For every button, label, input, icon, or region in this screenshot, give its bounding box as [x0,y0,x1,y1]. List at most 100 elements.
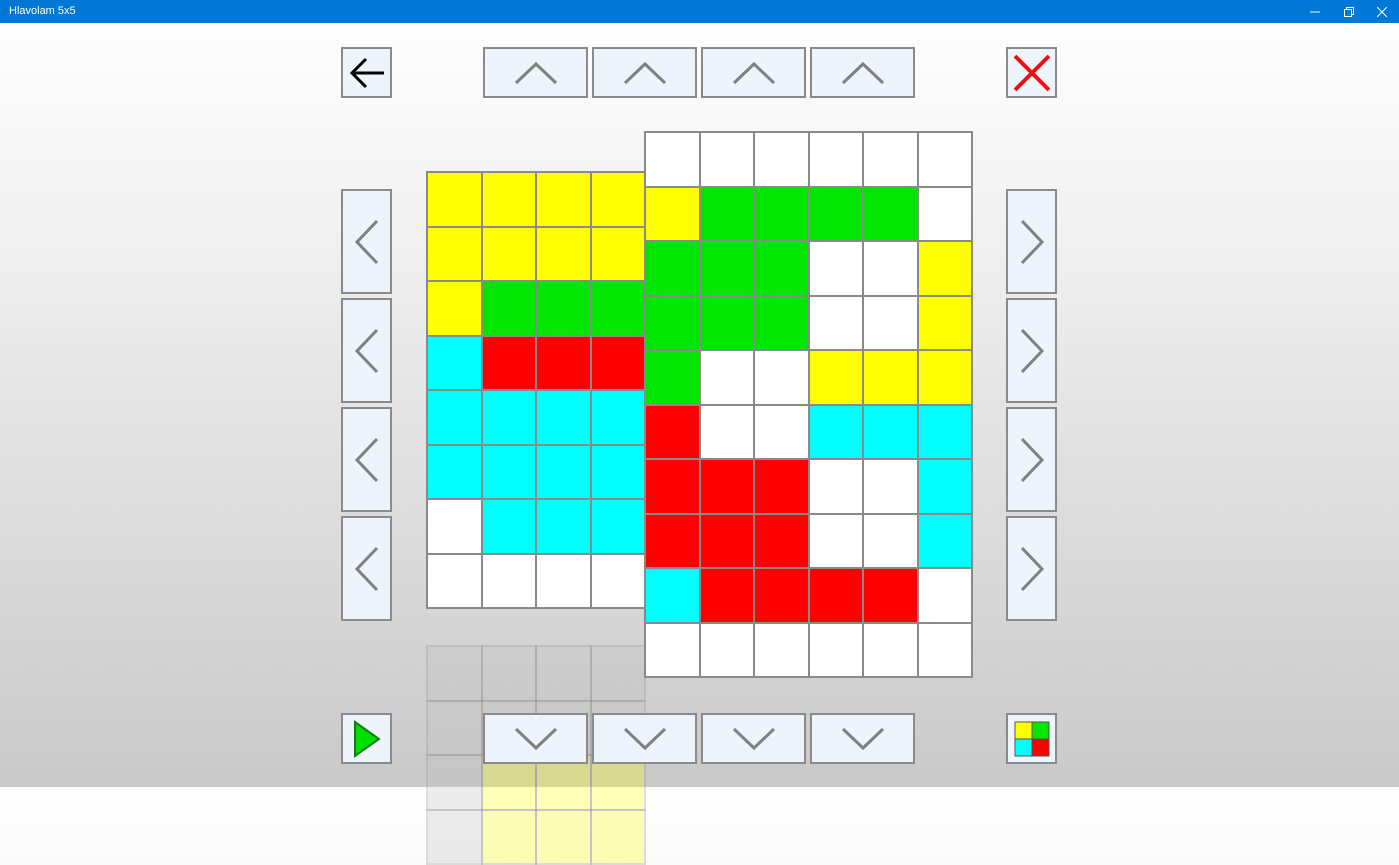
play-board-cell-white [862,295,919,352]
close-icon [1377,7,1387,17]
play-board-cell-green [699,295,756,352]
color-scheme-button[interactable] [1006,713,1057,764]
play-board-cell-yellow [917,349,974,406]
shift-left-button-2[interactable] [341,298,392,403]
play-board-cell-white [917,622,974,679]
play-board-cell-red [644,513,701,570]
play-board-cell-red [753,513,810,570]
play-board-cell-cyan [917,458,974,515]
target-board-cell-white [535,553,592,610]
shift-left-button-3[interactable] [341,407,392,512]
title-bar: Hlavolam 5x5 [0,0,1399,23]
shift-right-button-1[interactable] [1006,189,1057,294]
minimize-icon [1310,7,1320,17]
play-board-cell-white [808,513,865,570]
play-board-cell-white [644,131,701,188]
play-board-cell-white [753,349,810,406]
play-board-cell-white [808,240,865,297]
play-board-cell-green [644,349,701,406]
chevron-up-icon [732,60,776,86]
play-board-cell-red [699,513,756,570]
target-board-cell-yellow [535,171,592,228]
play-board-cell-white [753,404,810,461]
shift-right-button-3[interactable] [1006,407,1057,512]
shift-down-button-2[interactable] [592,713,697,764]
target-board-cell-yellow [590,226,647,283]
target-board-cell-red [535,335,592,392]
chevron-down-icon [514,726,558,752]
target-board-cell-cyan [590,444,647,501]
play-board-cell-cyan [808,404,865,461]
play-board-cell-red [644,404,701,461]
play-board-cell-cyan [644,567,701,624]
play-board-cell-green [753,240,810,297]
play-board-cell-green [862,186,919,243]
target-board-cell-red [481,335,538,392]
shift-up-button-3[interactable] [701,47,806,98]
target-board-cell-cyan [535,498,592,555]
target-board-cell-green [481,280,538,337]
close-puzzle-button[interactable] [1006,47,1057,98]
chevron-down-icon [623,726,667,752]
play-board-cell-white [808,622,865,679]
play-board-cell-white [917,131,974,188]
play-board-cell-green [644,295,701,352]
chevron-right-icon [1019,219,1045,265]
restore-icon [1344,7,1354,17]
shift-left-button-1[interactable] [341,189,392,294]
play-board-cell-green [753,295,810,352]
shift-down-button-3[interactable] [701,713,806,764]
shift-up-button-2[interactable] [592,47,697,98]
play-board-cell-red [699,458,756,515]
play-board-cell-green [753,186,810,243]
play-board-cell-white [699,404,756,461]
ghost-board-cell-grey [426,700,483,757]
chevron-up-icon [841,60,885,86]
chevron-left-icon [354,328,380,374]
play-board-cell-green [808,186,865,243]
play-button[interactable] [341,713,392,764]
target-board-cell-white [426,553,483,610]
play-board-cell-yellow [917,240,974,297]
play-board-cell-red [808,567,865,624]
target-board-cell-cyan [535,389,592,446]
target-board-cell-yellow [535,226,592,283]
play-board-cell-yellow [808,349,865,406]
play-board-cell-white [753,622,810,679]
target-board-cell-cyan [426,389,483,446]
shift-left-button-4[interactable] [341,516,392,621]
play-board-cell-green [699,240,756,297]
chevron-left-icon [354,437,380,483]
play-board-cell-white [808,458,865,515]
close-window-button[interactable] [1365,0,1399,23]
shift-right-button-2[interactable] [1006,298,1057,403]
target-board-cell-cyan [426,444,483,501]
restore-button[interactable] [1332,0,1366,23]
target-board-cell-cyan [481,444,538,501]
target-board-cell-yellow [590,171,647,228]
shift-right-button-4[interactable] [1006,516,1057,621]
minimize-button[interactable] [1298,0,1332,23]
play-board-cell-white [862,240,919,297]
chevron-right-icon [1019,546,1045,592]
target-board-cell-yellow [481,226,538,283]
ghost-board-cell-grey [426,754,483,811]
target-board-cell-cyan [590,498,647,555]
chevron-up-icon [623,60,667,86]
play-board-cell-white [862,131,919,188]
play-board-cell-green [644,240,701,297]
shift-down-button-4[interactable] [810,713,915,764]
play-board-cell-white [644,622,701,679]
target-board-cell-green [535,280,592,337]
shift-up-button-1[interactable] [483,47,588,98]
target-board-cell-white [481,553,538,610]
play-board-cell-green [699,186,756,243]
target-board-cell-yellow [426,280,483,337]
close-x-icon [1012,53,1052,93]
shift-down-button-1[interactable] [483,713,588,764]
play-board-cell-white [808,295,865,352]
play-board-cell-white [862,622,919,679]
back-button[interactable] [341,47,392,98]
target-board-cell-yellow [426,226,483,283]
shift-up-button-4[interactable] [810,47,915,98]
